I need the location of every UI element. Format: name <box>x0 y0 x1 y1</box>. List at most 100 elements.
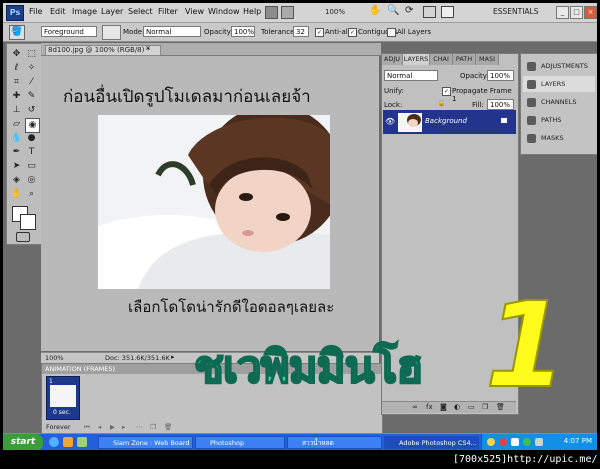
taskbar-item-thai-window[interactable]: สาวน้ำหลด <box>287 436 382 449</box>
taskbar-item-adobe-photoshop[interactable]: Adobe Photoshop CS4... <box>384 436 479 449</box>
fill-source-select[interactable]: Foreground <box>41 26 97 37</box>
eye-icon[interactable]: 👁 <box>385 117 395 127</box>
magic-wand-tool-icon[interactable]: ✧ <box>25 62 38 75</box>
propagate-checkbox[interactable]: ✓ <box>442 87 451 96</box>
menu-image[interactable]: Image <box>72 7 97 16</box>
taskbar-item-photoshop-folder[interactable]: Photoshop <box>195 436 285 449</box>
menu-select[interactable]: Select <box>128 7 153 16</box>
paint-bucket-tool-icon[interactable]: 🪣 <box>9 25 25 40</box>
menu-view[interactable]: View <box>185 7 204 16</box>
document-tab[interactable]: 8d100.jpg @ 100% (RGB/8) * <box>45 45 161 56</box>
healing-brush-tool-icon[interactable]: ✚ <box>10 90 23 103</box>
mode-select[interactable]: Normal <box>143 26 201 37</box>
play-icon[interactable]: ▶ <box>110 422 115 432</box>
frame-time[interactable]: 0 sec. <box>53 409 71 416</box>
tab-adjustments[interactable]: ADJU <box>382 54 403 65</box>
anti-alias-checkbox[interactable]: ✓ <box>315 28 324 37</box>
dock-adjustments[interactable]: ADJUSTMENTS <box>523 58 595 74</box>
link-layers-icon[interactable]: ∞ <box>412 403 418 411</box>
start-button[interactable]: start <box>3 434 43 450</box>
background-color-swatch[interactable] <box>20 214 36 230</box>
dock-paths[interactable]: PATHS <box>523 112 595 128</box>
add-mask-icon[interactable]: ◙ <box>440 403 447 411</box>
lasso-tool-icon[interactable]: ℓ <box>10 62 23 75</box>
tween-icon[interactable]: ⋯ <box>136 422 143 432</box>
type-tool-icon[interactable]: T <box>25 146 38 159</box>
quicklaunch-ie-icon[interactable] <box>49 437 59 447</box>
arrange-documents-icon[interactable] <box>423 6 436 18</box>
blur-tool-icon[interactable]: 💧 <box>10 132 23 145</box>
pen-tool-icon[interactable]: ✒ <box>10 146 23 159</box>
dock-channels[interactable]: CHANNELS <box>523 94 595 110</box>
loop-select[interactable]: Forever <box>46 422 71 432</box>
menu-edit[interactable]: Edit <box>50 7 66 16</box>
contiguous-checkbox[interactable]: ✓ <box>348 28 357 37</box>
tray-icon-1[interactable] <box>487 438 495 446</box>
menu-help[interactable]: Help <box>243 7 261 16</box>
blend-mode-select[interactable]: Normal <box>384 70 438 81</box>
delete-frame-icon[interactable]: 🗑 <box>164 422 172 432</box>
tab-masks[interactable]: MASI <box>476 54 499 65</box>
clock[interactable]: 4:07 PM <box>564 437 592 445</box>
status-arrow-icon[interactable]: ▸ <box>171 353 175 361</box>
quick-mask-icon[interactable] <box>16 232 30 242</box>
animation-frame-1[interactable]: 1 0 sec. <box>46 376 80 420</box>
group-icon[interactable]: ▭ <box>468 403 475 411</box>
rotate-view-icon[interactable]: ⟳ <box>405 5 413 16</box>
animation-panel-title[interactable]: ANIMATION (FRAMES) <box>45 365 115 373</box>
duplicate-frame-icon[interactable]: ❐ <box>150 422 156 432</box>
dock-layers[interactable]: LAYERS <box>523 76 595 92</box>
taskbar-item-siamzone[interactable]: Siam Zone : Web Board :... <box>98 436 193 449</box>
maximize-icon[interactable]: □ <box>570 6 583 19</box>
prev-frame-icon[interactable]: ◂ <box>98 422 101 432</box>
history-brush-tool-icon[interactable]: ↺ <box>25 104 38 117</box>
tray-icon-3[interactable] <box>511 438 519 446</box>
menu-file[interactable]: File <box>29 7 42 16</box>
zoom-icon[interactable]: 🔍 <box>387 5 399 16</box>
fill-input[interactable]: 100% <box>487 99 514 110</box>
layer-opacity-input[interactable]: 100% <box>487 70 514 81</box>
menu-filter[interactable]: Filter <box>158 7 178 16</box>
menu-layer[interactable]: Layer <box>101 7 123 16</box>
lock-icon[interactable]: 🔒 <box>437 99 446 107</box>
minimize-icon[interactable]: _ <box>556 6 569 19</box>
layer-row-background[interactable]: 👁 Background <box>383 110 516 134</box>
first-frame-icon[interactable]: ⏮ <box>84 422 90 432</box>
dodge-tool-icon[interactable]: ● <box>25 132 38 145</box>
3d-rotate-tool-icon[interactable]: ◈ <box>10 174 23 187</box>
marquee-tool-icon[interactable]: ⬚ <box>25 48 38 61</box>
minibridge-icon[interactable] <box>281 6 294 19</box>
paint-bucket-tool-icon-active[interactable]: ◉ <box>25 118 40 133</box>
adjustment-layer-icon[interactable]: ◐ <box>454 403 460 411</box>
status-zoom[interactable]: 100% <box>45 354 64 362</box>
workspace-switcher[interactable]: ESSENTIALS <box>493 6 553 18</box>
layer-name[interactable]: Background <box>425 117 467 125</box>
move-tool-icon[interactable]: ✥ <box>10 48 23 61</box>
all-layers-checkbox[interactable] <box>387 28 396 37</box>
volume-icon[interactable] <box>535 438 543 446</box>
opacity-input[interactable]: 100% <box>231 26 255 37</box>
close-icon[interactable]: × <box>584 6 597 19</box>
tab-paths[interactable]: PATH <box>453 54 476 65</box>
zoom-level-menu[interactable]: 100% <box>325 8 345 16</box>
tab-layers[interactable]: LAYERS <box>403 54 430 65</box>
eraser-tool-icon[interactable]: ▱ <box>10 118 23 131</box>
quicklaunch-media-icon[interactable] <box>63 437 73 447</box>
tolerance-input[interactable]: 32 <box>293 26 309 37</box>
fx-icon[interactable]: fx <box>426 403 433 411</box>
next-frame-icon[interactable]: ▸ <box>122 422 125 432</box>
tab-channels[interactable]: CHAI <box>430 54 453 65</box>
dock-masks[interactable]: MASKS <box>523 130 595 146</box>
document-tab-close-icon[interactable]: × <box>145 44 151 52</box>
hand-tool-icon[interactable]: ✋ <box>10 188 23 201</box>
zoom-tool-icon[interactable]: ⌕ <box>25 188 38 201</box>
crop-tool-icon[interactable]: ⌗ <box>10 76 23 89</box>
tray-icon-2[interactable] <box>499 438 507 446</box>
screen-mode-icon[interactable] <box>441 6 454 18</box>
hand-icon[interactable]: ✋ <box>369 5 381 16</box>
3d-orbit-tool-icon[interactable]: ◎ <box>25 174 38 187</box>
quicklaunch-desktop-icon[interactable] <box>77 437 87 447</box>
eyedropper-tool-icon[interactable]: ⁄ <box>25 76 38 89</box>
path-selection-tool-icon[interactable]: ➤ <box>10 160 23 173</box>
tray-icon-4[interactable] <box>523 438 531 446</box>
